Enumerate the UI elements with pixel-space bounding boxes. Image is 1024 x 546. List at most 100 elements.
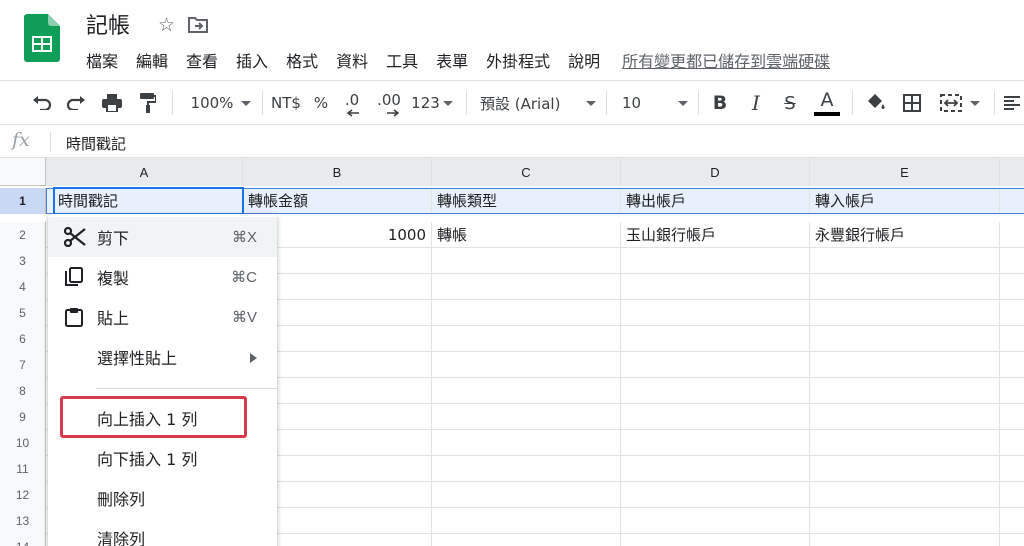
sheets-logo-icon[interactable] bbox=[24, 14, 60, 62]
column-header-f[interactable] bbox=[1000, 158, 1024, 186]
row-header[interactable]: 4 bbox=[0, 274, 46, 300]
copy-icon bbox=[64, 267, 84, 287]
cell-a1[interactable]: 時間戳記 bbox=[53, 188, 243, 214]
zoom-select[interactable]: 100% bbox=[186, 81, 256, 125]
menu-divider bbox=[96, 388, 277, 389]
cell-c2[interactable]: 轉帳 bbox=[432, 222, 621, 248]
document-title[interactable]: 記帳 bbox=[86, 8, 130, 40]
row-header[interactable]: 8 bbox=[0, 378, 46, 404]
fill-color-icon[interactable] bbox=[862, 81, 890, 125]
menu-item-cut[interactable]: 剪下 ⌘X bbox=[48, 217, 277, 257]
menu-item-label: 刪除列 bbox=[97, 490, 146, 509]
paint-format-icon[interactable] bbox=[134, 81, 162, 125]
currency-format-button[interactable]: NT$ bbox=[268, 81, 304, 125]
column-header-e[interactable]: E bbox=[810, 158, 1000, 186]
menu-help[interactable]: 說明 bbox=[568, 48, 600, 72]
row-header[interactable]: 9 bbox=[0, 404, 46, 430]
increase-decimal-label: .00 bbox=[377, 91, 401, 109]
redo-icon[interactable] bbox=[62, 81, 90, 125]
save-status[interactable]: 所有變更都已儲存到雲端硬碟 bbox=[622, 48, 830, 72]
column-header-row: A B C D E bbox=[0, 158, 1024, 186]
menu-data[interactable]: 資料 bbox=[336, 48, 368, 72]
select-all-corner[interactable] bbox=[0, 158, 46, 186]
chevron-right-icon bbox=[250, 353, 257, 363]
menu-edit[interactable]: 編輯 bbox=[136, 48, 168, 72]
clipboard-icon bbox=[64, 307, 84, 327]
menu-item-shortcut: ⌘C bbox=[231, 269, 257, 286]
more-formats-label: 123 bbox=[411, 94, 440, 112]
menu-item-clear-row[interactable]: 清除列 bbox=[48, 518, 277, 546]
strikethrough-button[interactable]: S bbox=[778, 81, 802, 125]
borders-icon[interactable] bbox=[898, 81, 926, 125]
menu-form[interactable]: 表單 bbox=[436, 48, 468, 72]
row-header[interactable]: 12 bbox=[0, 482, 46, 508]
row-header[interactable]: 13 bbox=[0, 508, 46, 534]
font-family-select[interactable]: 預設 (Arial) bbox=[476, 81, 600, 125]
italic-button[interactable]: I bbox=[744, 81, 768, 125]
print-icon[interactable] bbox=[98, 81, 126, 125]
row-header[interactable]: 2 bbox=[0, 222, 46, 248]
bold-button[interactable]: B bbox=[708, 81, 732, 125]
menu-item-label: 向上插入 1 列 bbox=[97, 410, 198, 429]
zoom-value: 100% bbox=[190, 94, 234, 112]
menu-item-label: 選擇性貼上 bbox=[97, 349, 178, 368]
decrease-decimal-label: .0 bbox=[344, 91, 360, 109]
menu-item-paste[interactable]: 貼上 ⌘V bbox=[48, 297, 277, 337]
row-header[interactable]: 10 bbox=[0, 430, 46, 456]
column-header-a[interactable]: A bbox=[46, 158, 243, 186]
column-header-c[interactable]: C bbox=[432, 158, 621, 186]
row-header[interactable]: 7 bbox=[0, 352, 46, 378]
decrease-decimal-button[interactable]: .0 bbox=[340, 81, 364, 125]
column-header-d[interactable]: D bbox=[621, 158, 810, 186]
menu-tools[interactable]: 工具 bbox=[386, 48, 418, 72]
font-size-select[interactable]: 10 bbox=[618, 81, 692, 125]
row-header[interactable]: 14 bbox=[0, 534, 46, 546]
column-header-b[interactable]: B bbox=[243, 158, 432, 186]
menu-item-label: 清除列 bbox=[97, 530, 146, 546]
menu-view[interactable]: 查看 bbox=[186, 48, 218, 72]
menu-item-copy[interactable]: 複製 ⌘C bbox=[48, 257, 277, 297]
move-to-folder-icon[interactable] bbox=[188, 16, 208, 39]
cell-c1[interactable]: 轉帳類型 bbox=[432, 188, 621, 214]
cell-e1[interactable]: 轉入帳戶 bbox=[810, 188, 1000, 214]
menu-insert[interactable]: 插入 bbox=[236, 48, 268, 72]
table-row: 1 時間戳記 轉帳金額 轉帳類型 轉出帳戶 轉入帳戶 bbox=[0, 188, 1024, 214]
menu-format[interactable]: 格式 bbox=[286, 48, 318, 72]
menu-item-label: 複製 bbox=[97, 269, 130, 288]
menu-item-shortcut: ⌘V bbox=[231, 309, 257, 326]
menu-item-delete-row[interactable]: 刪除列 bbox=[48, 478, 277, 518]
menu-item-insert-row-below[interactable]: 向下插入 1 列 bbox=[48, 438, 277, 478]
merge-cells-icon[interactable] bbox=[934, 81, 986, 125]
font-family-value: 預設 (Arial) bbox=[480, 94, 561, 113]
cell-d2[interactable]: 玉山銀行帳戶 bbox=[621, 222, 810, 248]
menu-item-paste-special[interactable]: 選擇性貼上 bbox=[48, 337, 277, 377]
menu-item-insert-row-above[interactable]: 向上插入 1 列 bbox=[48, 398, 277, 438]
text-color-button[interactable]: A bbox=[812, 81, 842, 125]
row-header[interactable]: 5 bbox=[0, 300, 46, 326]
row-header[interactable]: 6 bbox=[0, 326, 46, 352]
row-header[interactable]: 11 bbox=[0, 456, 46, 482]
function-icon: fx bbox=[12, 129, 30, 151]
menu-addons[interactable]: 外掛程式 bbox=[486, 48, 550, 72]
align-icon[interactable] bbox=[1004, 81, 1024, 125]
star-icon[interactable]: ☆ bbox=[158, 14, 175, 36]
cell-b1[interactable]: 轉帳金額 bbox=[243, 188, 432, 214]
text-color-swatch bbox=[814, 112, 840, 116]
row-header[interactable]: 1 bbox=[0, 188, 46, 214]
percent-format-button[interactable]: % bbox=[310, 81, 332, 125]
menu-item-label: 剪下 bbox=[97, 229, 130, 248]
row-header[interactable]: 3 bbox=[0, 248, 46, 274]
more-formats-select[interactable]: 123 bbox=[410, 81, 454, 125]
increase-decimal-button[interactable]: .00 bbox=[374, 81, 404, 125]
cell-e2[interactable]: 永豐銀行帳戶 bbox=[810, 222, 1000, 248]
scissors-icon bbox=[63, 226, 86, 248]
cell-d1[interactable]: 轉出帳戶 bbox=[621, 188, 810, 214]
menu-file[interactable]: 檔案 bbox=[86, 48, 118, 72]
text-color-label: A bbox=[820, 89, 834, 111]
formula-input[interactable]: 時間戳記 bbox=[66, 133, 126, 154]
context-menu: 剪下 ⌘X 複製 ⌘C 貼上 ⌘V 選擇性貼上 向上插入 1 列 向下插入 1 … bbox=[48, 214, 277, 546]
menu-item-label: 貼上 bbox=[97, 309, 130, 328]
menu-bar: 檔案 編輯 查看 插入 格式 資料 工具 表單 外掛程式 說明 所有變更都已儲存… bbox=[86, 48, 830, 72]
undo-icon[interactable] bbox=[28, 81, 56, 125]
font-size-value: 10 bbox=[622, 94, 642, 112]
